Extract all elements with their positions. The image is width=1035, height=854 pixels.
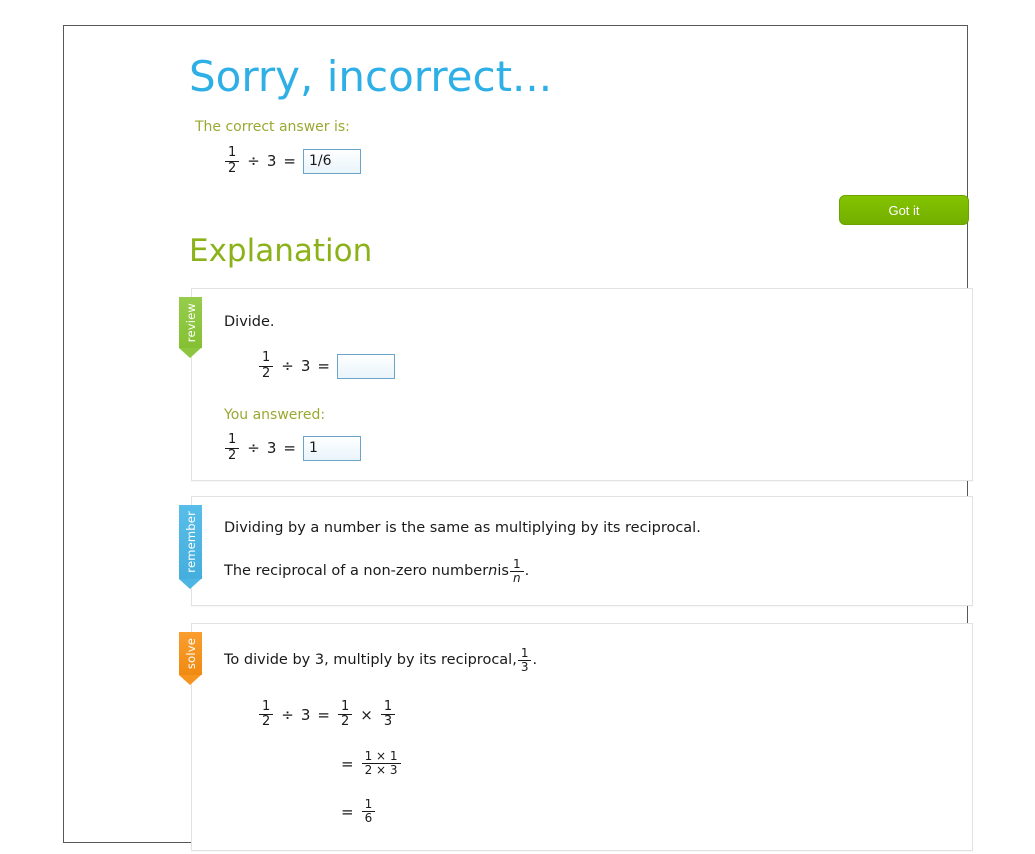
you-answered-equation: 1 2 ÷ 3 = 1 [224,433,952,463]
solve-line-1-post: . [532,651,538,668]
fraction-one-half: 1 2 [259,699,274,730]
remember-line-2-pre: The reciprocal of a non-zero number [224,562,489,579]
review-equation: 1 2 ÷ 3 = [258,350,952,381]
remember-line-2: The reciprocal of a non-zero number n is… [224,557,952,585]
ribbon-tail [179,578,202,589]
divisor: 3 [300,357,311,376]
fraction-one-half-right: 1 2 [337,699,353,730]
fraction-one-third: 1 3 [380,699,396,730]
explanation-card-solve: solve To divide by 3, multiply by its re… [179,623,973,851]
divisor: 3 [300,705,311,724]
solve-line-1-pre: To divide by 3, multiply by its reciproc… [224,651,517,668]
card-body: Dividing by a number is the same as mult… [192,497,972,605]
ribbon-body: solve [179,632,202,676]
explanation-heading: Explanation [189,233,373,269]
ribbon-label: remember [183,511,198,573]
card-body: Divide. 1 2 ÷ 3 = You answered: 1 2 ÷ 3 … [192,289,972,483]
explanation-card-remember: remember Dividing by a number is the sam… [179,496,973,606]
ribbon-tab-remember: remember [179,505,202,589]
ribbon-tail [179,348,202,359]
equals-symbol: = [341,754,354,773]
divide-symbol: ÷ [247,152,260,171]
remember-line-2-post: . [524,562,530,579]
variable-n: n [488,562,498,579]
fraction-one-half: 1 2 [259,350,274,381]
solve-step-2: = 1 × 1 2 × 3 [334,749,952,778]
divide-symbol: ÷ [281,705,294,724]
ribbon-label: review [183,303,198,343]
equals-symbol: = [317,357,330,376]
page-title: Sorry, incorrect... [189,52,553,101]
fraction-one-half: 1 2 [225,145,240,176]
correct-answer-value: 1/6 [302,148,361,174]
equals-symbol: = [283,152,296,171]
you-answered-label: You answered: [224,407,326,424]
divisor: 3 [266,439,277,458]
ribbon-label: solve [183,638,198,670]
equals-symbol: = [341,802,354,821]
correct-answer-label: The correct answer is: [195,119,350,135]
solve-step-1: 1 2 ÷ 3 = 1 2 × 1 3 [258,699,952,730]
fraction-one-sixth: 1 6 [361,797,376,826]
fraction-product: 1 × 1 2 × 3 [361,749,401,778]
ribbon-tab-solve: solve [179,632,202,686]
solve-line-1: To divide by 3, multiply by its reciproc… [224,646,952,674]
screen: Sorry, incorrect... The correct answer i… [0,0,1035,854]
your-answer-value: 1 [302,435,361,461]
correct-answer-equation: 1 2 ÷ 3 = 1/6 [224,145,361,176]
divisor: 3 [266,152,277,171]
review-prompt: Divide. [224,314,275,330]
fraction-one-half: 1 2 [225,433,240,463]
fraction-one-third: 1 3 [517,646,532,675]
ribbon-body: remember [179,505,202,579]
ribbon-tab-review: review [179,297,202,359]
ribbon-tail [179,675,202,686]
card-body: To divide by 3, multiply by its reciproc… [192,624,972,846]
remember-line-1: Dividing by a number is the same as mult… [224,520,701,536]
divide-symbol: ÷ [281,357,294,376]
ribbon-body: review [179,297,202,349]
solve-step-3: = 1 6 [334,797,952,826]
equals-symbol: = [317,705,330,724]
page-frame: Sorry, incorrect... The correct answer i… [63,25,973,851]
divide-symbol: ÷ [247,439,260,458]
review-answer-input[interactable] [336,353,395,379]
explanation-card-review: review Divide. 1 2 ÷ 3 = You answered: 1… [179,288,973,483]
times-symbol: × [360,705,373,724]
remember-line-2-mid: is [497,562,509,579]
fraction-one-over-n: 1 n [509,557,524,586]
equals-symbol: = [283,439,296,458]
got-it-button[interactable]: Got it [839,195,969,225]
